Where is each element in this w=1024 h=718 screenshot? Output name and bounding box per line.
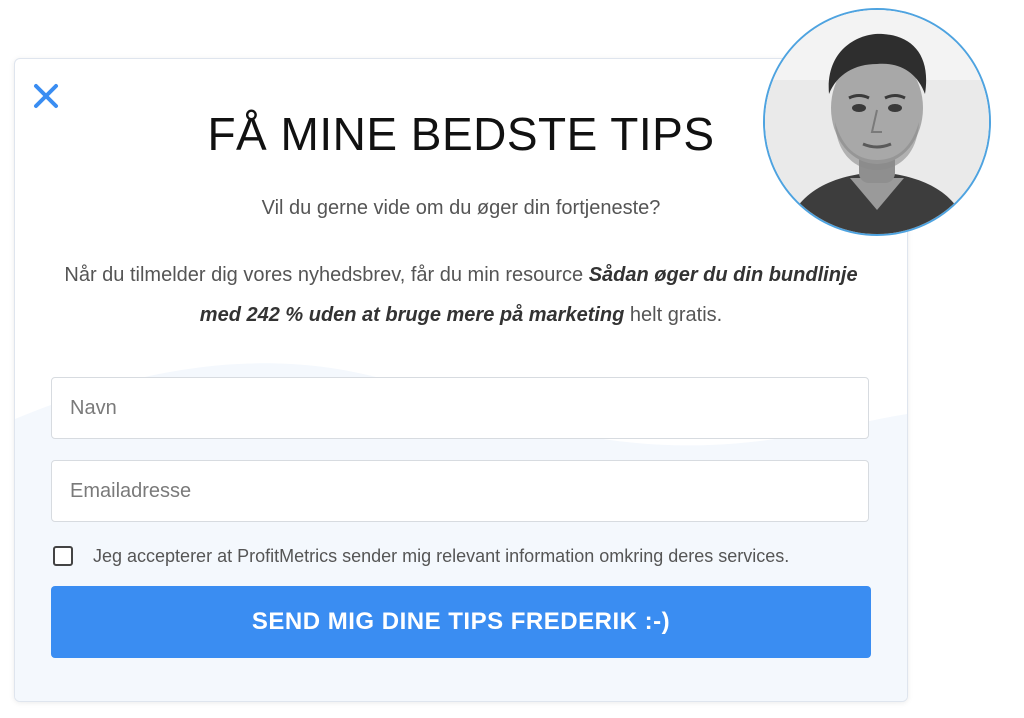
profile-photo bbox=[763, 8, 991, 236]
description-text-end: helt gratis. bbox=[624, 304, 723, 326]
submit-button[interactable]: SEND MIG DINE TIPS FREDERIK :-) bbox=[51, 586, 871, 658]
consent-row: Jeg accepterer at ProfitMetrics sender m… bbox=[53, 543, 893, 569]
page: FÅ MINE BEDSTE TIPS Vil du gerne vide om… bbox=[0, 0, 1024, 718]
description-text-start: Når du tilmelder dig vores nyhedsbrev, f… bbox=[64, 264, 589, 286]
popup-description: Når du tilmelder dig vores nyhedsbrev, f… bbox=[51, 255, 871, 335]
name-input[interactable] bbox=[51, 377, 869, 439]
email-input[interactable] bbox=[51, 460, 869, 522]
popup-subtitle: Vil du gerne vide om du øger din fortjen… bbox=[261, 197, 661, 219]
consent-label: Jeg accepterer at ProfitMetrics sender m… bbox=[93, 545, 790, 566]
consent-checkbox[interactable] bbox=[53, 546, 73, 566]
person-illustration bbox=[765, 10, 989, 234]
